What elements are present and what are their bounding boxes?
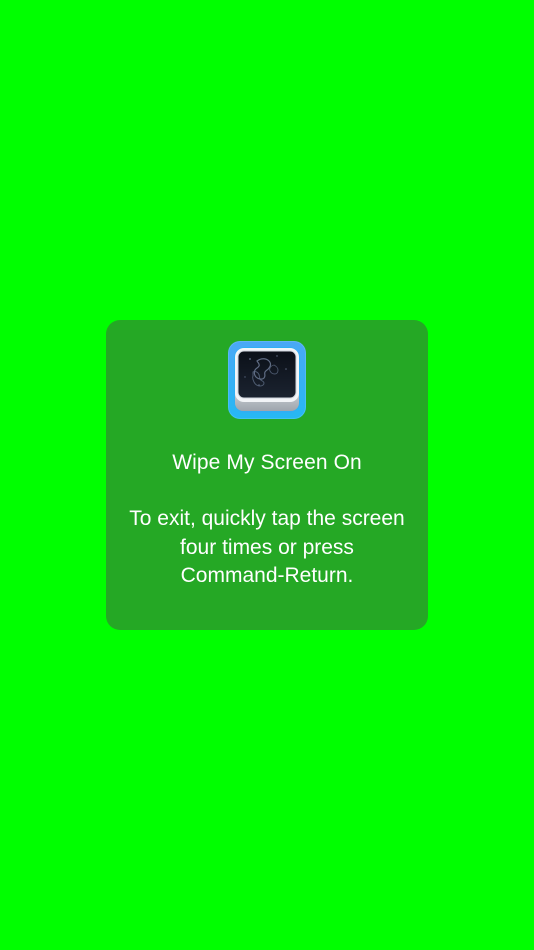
wipe-mode-panel: Wipe My Screen On To exit, quickly tap t… [106,320,428,630]
wipe-my-screen-app-icon [228,341,306,419]
cleaning-screen[interactable]: Wipe My Screen On To exit, quickly tap t… [0,0,534,950]
wipe-mode-title: Wipe My Screen On [172,451,362,474]
exit-instructions: To exit, quickly tap the screen four tim… [129,507,405,587]
